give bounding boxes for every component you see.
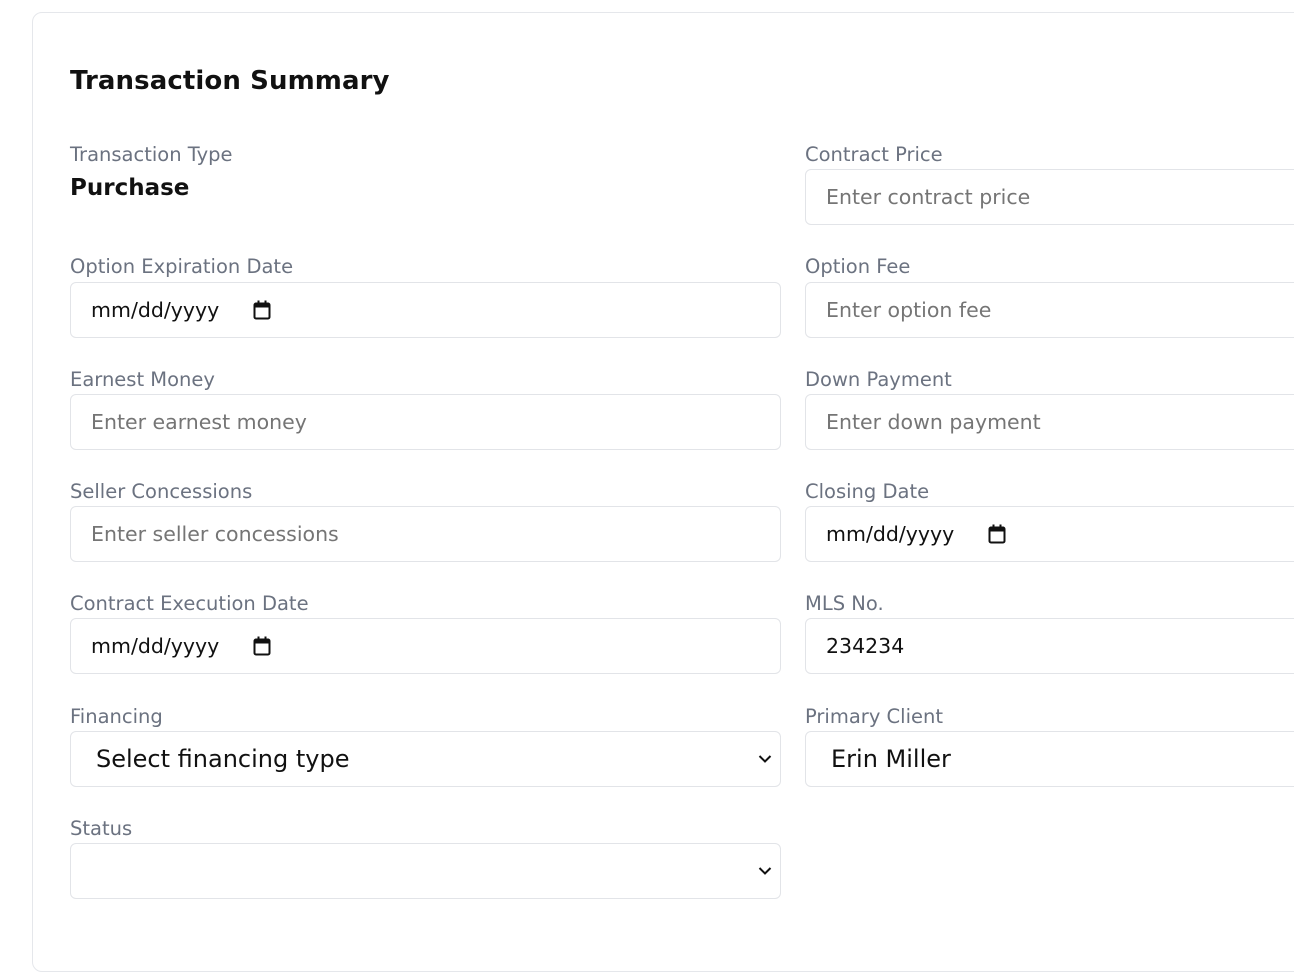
- option-fee-label: Option Fee: [805, 255, 911, 278]
- calendar-icon[interactable]: [253, 636, 271, 656]
- seller-concessions-placeholder: Enter seller concessions: [91, 522, 339, 546]
- transaction-type-value: Purchase: [70, 175, 190, 201]
- closing-date-placeholder: mm/dd/yyyy: [826, 522, 955, 546]
- calendar-icon[interactable]: [988, 524, 1006, 544]
- calendar-icon[interactable]: [253, 300, 271, 320]
- status-select[interactable]: [70, 843, 781, 899]
- contract-price-placeholder: Enter contract price: [826, 185, 1031, 209]
- down-payment-input[interactable]: Enter down payment: [805, 394, 1294, 450]
- closing-date-input[interactable]: mm/dd/yyyy: [805, 506, 1294, 562]
- option-expiration-date-placeholder: mm/dd/yyyy: [91, 298, 220, 322]
- contract-price-input[interactable]: Enter contract price: [805, 169, 1294, 225]
- closing-date-label: Closing Date: [805, 480, 930, 503]
- financing-select[interactable]: Select financing type: [70, 731, 781, 787]
- transaction-type-label: Transaction Type: [70, 143, 233, 166]
- chevron-down-icon: [758, 867, 772, 875]
- status-label: Status: [70, 817, 133, 840]
- option-fee-input[interactable]: Enter option fee: [805, 282, 1294, 338]
- financing-selected-value: Select financing type: [96, 745, 350, 773]
- chevron-down-icon: [758, 755, 772, 763]
- contract-execution-date-input[interactable]: mm/dd/yyyy: [70, 618, 781, 674]
- mls-no-value: 234234: [826, 634, 905, 658]
- mls-no-label: MLS No.: [805, 592, 884, 615]
- contract-execution-date-label: Contract Execution Date: [70, 592, 309, 615]
- primary-client-select[interactable]: Erin Miller: [805, 731, 1294, 787]
- down-payment-label: Down Payment: [805, 368, 952, 391]
- option-fee-placeholder: Enter option fee: [826, 298, 992, 322]
- earnest-money-label: Earnest Money: [70, 368, 215, 391]
- option-expiration-date-input[interactable]: mm/dd/yyyy: [70, 282, 781, 338]
- earnest-money-placeholder: Enter earnest money: [91, 410, 307, 434]
- seller-concessions-label: Seller Concessions: [70, 480, 253, 503]
- option-expiration-date-label: Option Expiration Date: [70, 255, 294, 278]
- contract-execution-date-placeholder: mm/dd/yyyy: [91, 634, 220, 658]
- down-payment-placeholder: Enter down payment: [826, 410, 1041, 434]
- seller-concessions-input[interactable]: Enter seller concessions: [70, 506, 781, 562]
- primary-client-label: Primary Client: [805, 705, 944, 728]
- primary-client-selected-value: Erin Miller: [831, 745, 951, 773]
- section-title: Transaction Summary: [70, 66, 390, 96]
- earnest-money-input[interactable]: Enter earnest money: [70, 394, 781, 450]
- mls-no-input[interactable]: 234234: [805, 618, 1294, 674]
- contract-price-label: Contract Price: [805, 143, 943, 166]
- financing-label: Financing: [70, 705, 163, 728]
